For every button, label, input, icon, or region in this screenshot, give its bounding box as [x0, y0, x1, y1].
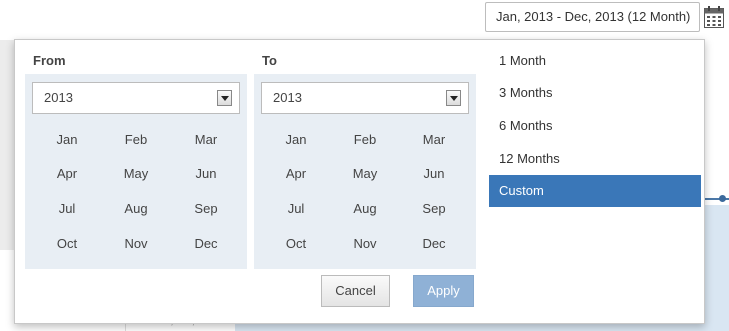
- to-year-select[interactable]: 2013: [261, 82, 469, 114]
- cancel-button[interactable]: Cancel: [321, 275, 390, 307]
- to-month-jun[interactable]: Jun: [404, 166, 464, 181]
- date-range-value: Jan, 2013 - Dec, 2013 (12 Month): [496, 9, 691, 24]
- from-month-mar[interactable]: Mar: [176, 132, 236, 147]
- chevron-down-icon[interactable]: [217, 90, 232, 106]
- from-month-jun[interactable]: Jun: [176, 166, 236, 181]
- preset-1-month[interactable]: 1 Month: [489, 45, 701, 77]
- to-month-nov[interactable]: Nov: [335, 236, 395, 251]
- preset-12-months[interactable]: 12 Months: [489, 143, 701, 175]
- to-month-apr[interactable]: Apr: [266, 166, 326, 181]
- to-month-feb[interactable]: Feb: [335, 132, 395, 147]
- from-month-may[interactable]: May: [106, 166, 166, 181]
- to-month-mar[interactable]: Mar: [404, 132, 464, 147]
- apply-button[interactable]: Apply: [413, 275, 474, 307]
- from-calendar: 2013 Jan Feb Mar Apr May Jun Jul Aug Sep…: [25, 74, 247, 269]
- from-year-value: 2013: [44, 90, 73, 105]
- to-month-sep[interactable]: Sep: [404, 201, 464, 216]
- from-month-jul[interactable]: Jul: [37, 201, 97, 216]
- date-range-field[interactable]: Jan, 2013 - Dec, 2013 (12 Month): [485, 2, 700, 32]
- from-year-select[interactable]: 2013: [32, 82, 240, 114]
- to-month-may[interactable]: May: [335, 166, 395, 181]
- to-month-jul[interactable]: Jul: [266, 201, 326, 216]
- from-month-nov[interactable]: Nov: [106, 236, 166, 251]
- to-month-aug[interactable]: Aug: [335, 201, 395, 216]
- from-month-apr[interactable]: Apr: [37, 166, 97, 181]
- to-month-oct[interactable]: Oct: [266, 236, 326, 251]
- from-month-sep[interactable]: Sep: [176, 201, 236, 216]
- calendar-icon[interactable]: [703, 5, 725, 29]
- to-year-value: 2013: [273, 90, 302, 105]
- preset-custom[interactable]: Custom: [489, 175, 701, 207]
- from-month-jan[interactable]: Jan: [37, 132, 97, 147]
- chevron-down-icon[interactable]: [446, 90, 461, 106]
- background-chart-point: [719, 195, 726, 202]
- from-month-dec[interactable]: Dec: [176, 236, 236, 251]
- date-picker-dropdown: From 2013 Jan Feb Mar Apr May Jun Jul Au…: [14, 39, 705, 324]
- background-panel: [0, 40, 14, 250]
- to-month-jan[interactable]: Jan: [266, 132, 326, 147]
- preset-3-months[interactable]: 3 Months: [489, 77, 701, 109]
- to-month-dec[interactable]: Dec: [404, 236, 464, 251]
- to-label: To: [262, 53, 277, 68]
- from-month-oct[interactable]: Oct: [37, 236, 97, 251]
- preset-6-months[interactable]: 6 Months: [489, 110, 701, 142]
- from-month-aug[interactable]: Aug: [106, 201, 166, 216]
- from-label: From: [33, 53, 66, 68]
- to-calendar: 2013 Jan Feb Mar Apr May Jun Jul Aug Sep…: [254, 74, 476, 269]
- from-month-feb[interactable]: Feb: [106, 132, 166, 147]
